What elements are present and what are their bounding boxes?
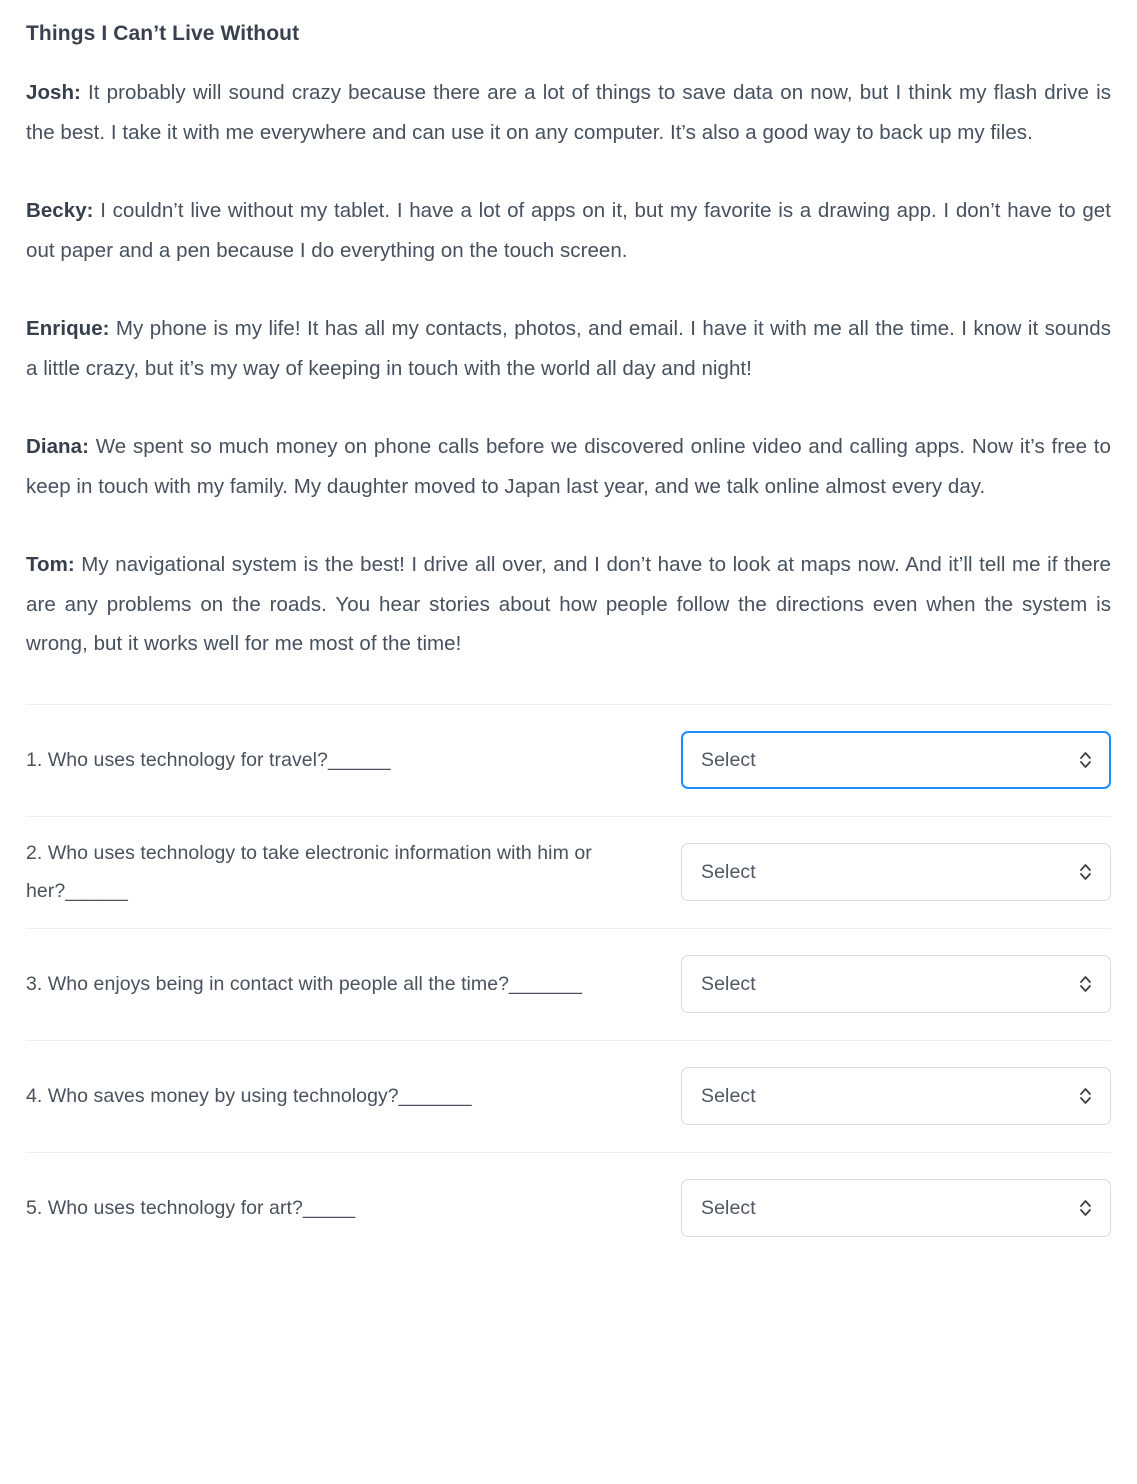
speaker-label: Enrique: bbox=[26, 317, 110, 341]
speaker-label: Josh: bbox=[26, 81, 81, 105]
speaker-quote: My phone is my life! It has all my conta… bbox=[26, 317, 1111, 380]
passage-paragraph: Enrique: My phone is my life! It has all… bbox=[26, 309, 1111, 388]
answer-select-wrapper: Select bbox=[681, 843, 1111, 902]
answer-select[interactable]: Select bbox=[681, 843, 1111, 902]
chevron-up-down-icon bbox=[1078, 1197, 1093, 1219]
answer-select-value: Select bbox=[701, 748, 756, 771]
question-label: 5. Who uses technology for art?_____ bbox=[26, 1189, 626, 1227]
question-row: 1. Who uses technology for travel?______… bbox=[26, 703, 1111, 816]
question-row: 5. Who uses technology for art?_____ Sel… bbox=[26, 1151, 1111, 1264]
answer-select-value: Select bbox=[701, 1196, 756, 1219]
question-row: 2. Who uses technology to take electroni… bbox=[26, 815, 1111, 928]
answer-blank: ______ bbox=[65, 880, 128, 903]
reading-passage: Josh: It probably will sound crazy becau… bbox=[26, 73, 1111, 664]
answer-select-wrapper: Select bbox=[681, 955, 1111, 1014]
answer-select-wrapper: Select bbox=[681, 1179, 1111, 1238]
speaker-quote: It probably will sound crazy because the… bbox=[26, 81, 1111, 144]
questions-list: 1. Who uses technology for travel?______… bbox=[26, 703, 1111, 1264]
question-row: 3. Who enjoys being in contact with peop… bbox=[26, 927, 1111, 1040]
answer-select-wrapper: Select bbox=[681, 1067, 1111, 1126]
question-text: 4. Who saves money by using technology? bbox=[26, 1085, 399, 1108]
passage-paragraph: Diana: We spent so much money on phone c… bbox=[26, 427, 1111, 506]
speaker-quote: I couldn’t live without my tablet. I hav… bbox=[26, 199, 1111, 262]
answer-select[interactable]: Select bbox=[681, 731, 1111, 790]
question-label: 2. Who uses technology to take electroni… bbox=[26, 834, 626, 910]
chevron-up-down-icon bbox=[1078, 973, 1093, 995]
passage-paragraph: Becky: I couldn’t live without my tablet… bbox=[26, 191, 1111, 270]
speaker-quote: My navigational system is the best! I dr… bbox=[26, 553, 1111, 656]
question-label: 3. Who enjoys being in contact with peop… bbox=[26, 965, 626, 1003]
page-title: Things I Can’t Live Without bbox=[26, 22, 300, 45]
speaker-label: Diana: bbox=[26, 435, 89, 459]
speaker-label: Tom: bbox=[26, 553, 75, 577]
answer-blank: _______ bbox=[509, 973, 582, 996]
answer-select[interactable]: Select bbox=[681, 1067, 1111, 1126]
question-text: 3. Who enjoys being in contact with peop… bbox=[26, 973, 509, 996]
chevron-up-down-icon bbox=[1078, 1085, 1093, 1107]
worksheet-page: Things I Can’t Live Without Josh: It pro… bbox=[0, 0, 1137, 1264]
answer-select-value: Select bbox=[701, 972, 756, 995]
answer-blank: _____ bbox=[302, 1197, 355, 1220]
answer-blank: ______ bbox=[327, 749, 391, 772]
question-text: 5. Who uses technology for art? bbox=[26, 1197, 303, 1220]
passage-paragraph: Josh: It probably will sound crazy becau… bbox=[26, 73, 1111, 152]
speaker-quote: We spent so much money on phone calls be… bbox=[26, 435, 1111, 498]
question-row: 4. Who saves money by using technology?_… bbox=[26, 1039, 1111, 1152]
answer-select-value: Select bbox=[701, 860, 756, 883]
question-label: 4. Who saves money by using technology?_… bbox=[26, 1077, 626, 1115]
answer-select[interactable]: Select bbox=[681, 955, 1111, 1014]
answer-blank: _______ bbox=[398, 1085, 472, 1108]
question-label: 1. Who uses technology for travel?______ bbox=[26, 741, 626, 779]
chevron-up-down-icon bbox=[1078, 749, 1093, 771]
answer-select-value: Select bbox=[701, 1084, 756, 1107]
answer-select[interactable]: Select bbox=[681, 1179, 1111, 1238]
question-text: 1. Who uses technology for travel? bbox=[26, 749, 328, 772]
chevron-up-down-icon bbox=[1078, 861, 1093, 883]
answer-select-wrapper: Select bbox=[681, 731, 1111, 790]
speaker-label: Becky: bbox=[26, 199, 94, 223]
passage-paragraph: Tom: My navigational system is the best!… bbox=[26, 545, 1111, 664]
